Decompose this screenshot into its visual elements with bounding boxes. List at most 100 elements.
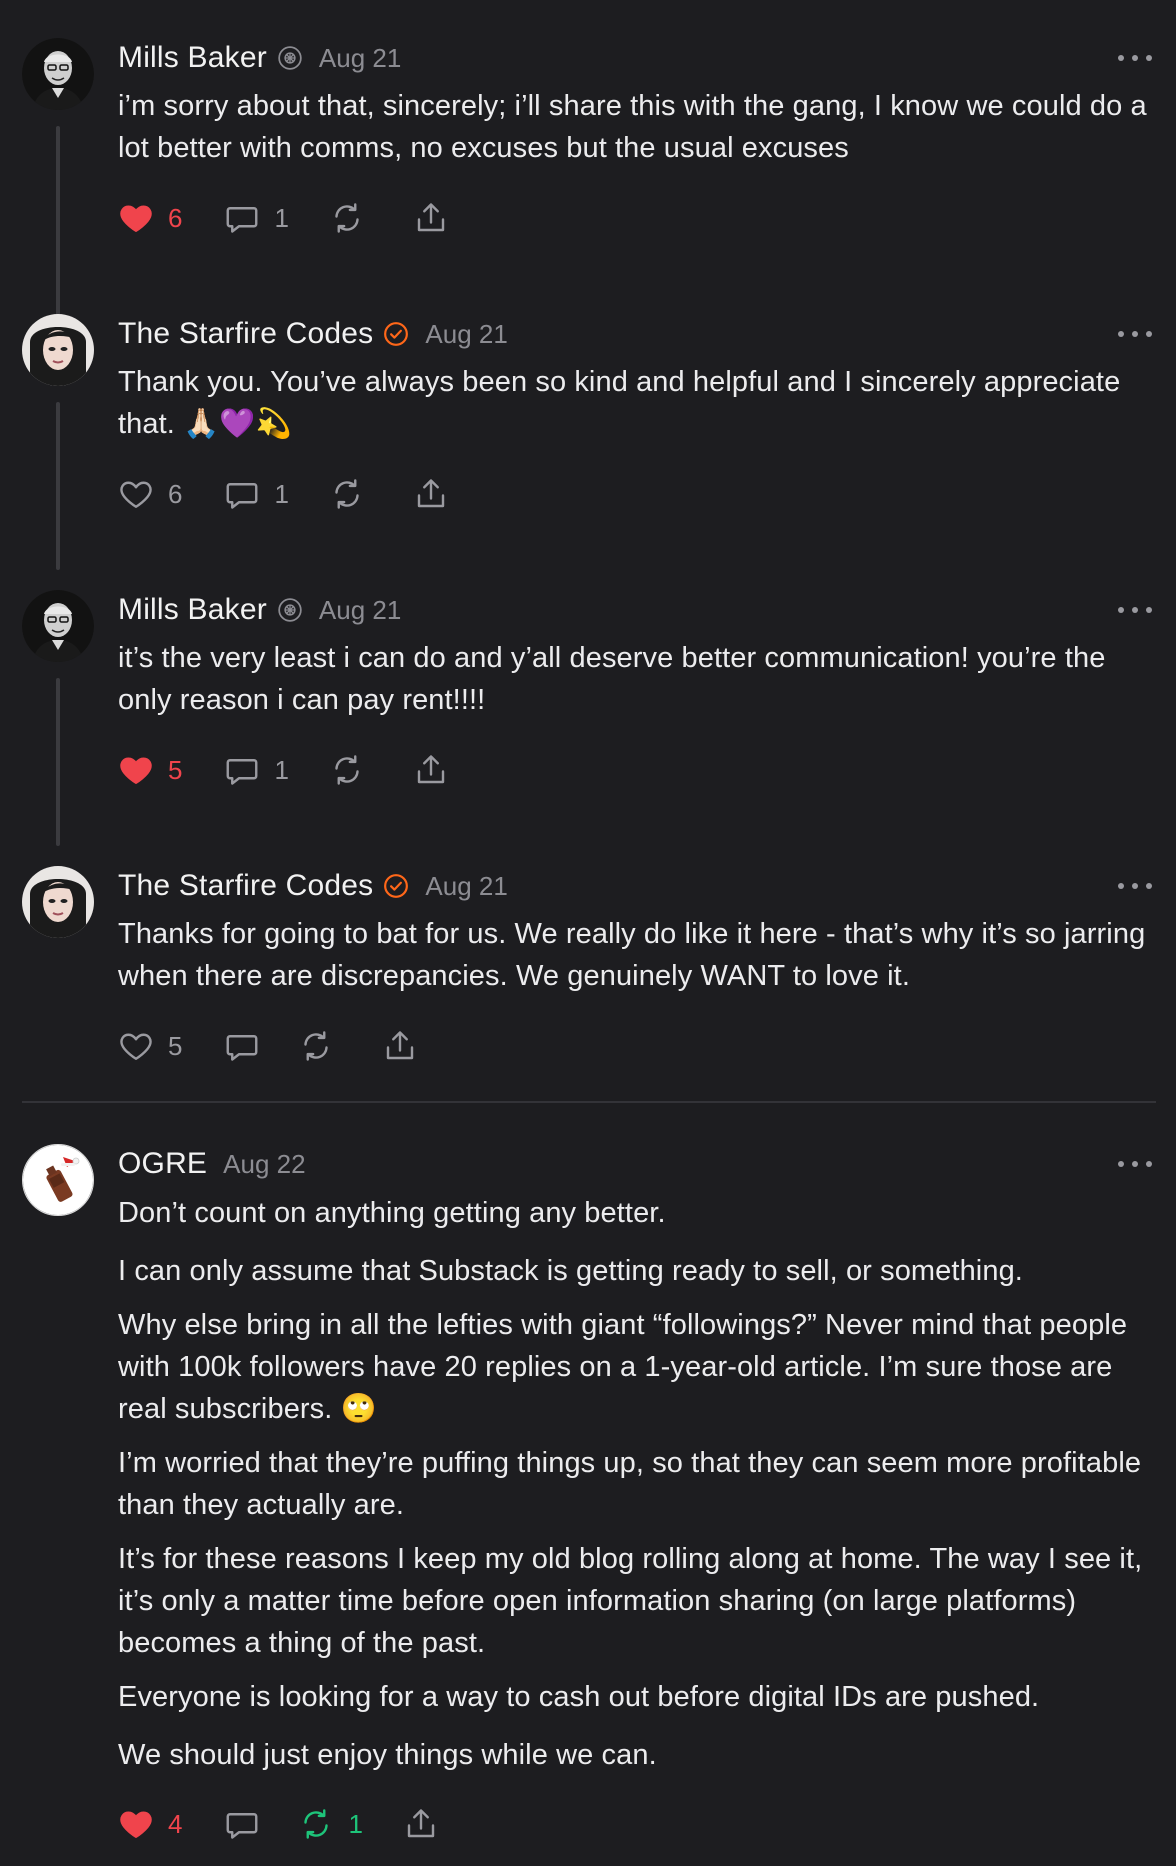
restack-icon — [298, 1028, 334, 1064]
comment-header: The Starfire Codes Aug 21 — [118, 314, 1176, 354]
comment-date[interactable]: Aug 22 — [223, 1149, 305, 1180]
more-icon[interactable] — [1118, 1154, 1152, 1174]
comment-thread: Mills Baker Aug 21 i’m sorry about that,… — [0, 0, 1176, 1866]
like-count: 6 — [168, 202, 183, 233]
comment: OGRE Aug 22 Don’t count on anything gett… — [0, 1144, 1176, 1844]
restack-icon — [329, 476, 365, 512]
reply-button[interactable]: 1 — [224, 472, 289, 516]
restack-count: 1 — [348, 1808, 363, 1839]
like-count: 5 — [168, 754, 183, 785]
heart-icon — [118, 476, 154, 512]
comment-actions: 6 1 — [118, 196, 449, 240]
comment-actions: 5 1 — [118, 748, 449, 792]
share-button[interactable] — [413, 196, 449, 240]
comment-icon — [224, 200, 260, 236]
comment-header: Mills Baker Aug 21 — [118, 590, 1176, 630]
thread-line — [56, 678, 60, 846]
share-button[interactable] — [413, 472, 449, 516]
thread-line — [56, 402, 60, 570]
comment-date[interactable]: Aug 21 — [319, 43, 401, 74]
heart-icon — [118, 752, 154, 788]
comment-paragraph: I can only assume that Substack is getti… — [118, 1255, 1023, 1287]
share-icon — [382, 1028, 418, 1064]
comment-header: Mills Baker Aug 21 — [118, 38, 1176, 78]
more-icon[interactable] — [1118, 600, 1152, 620]
comment-paragraph: it’s the very least i can do and y’all d… — [118, 642, 1106, 716]
heart-icon — [118, 200, 154, 236]
restack-icon — [298, 1806, 334, 1842]
comment-body: Thanks for going to bat for us. We reall… — [118, 913, 1152, 997]
comment-icon — [224, 752, 260, 788]
comment-icon — [224, 1806, 260, 1842]
restack-button[interactable] — [329, 472, 365, 516]
avatar[interactable] — [22, 314, 94, 386]
comment-body: Thank you. You’ve always been so kind an… — [118, 361, 1152, 445]
like-button[interactable]: 4 — [118, 1802, 182, 1846]
restack-button[interactable] — [329, 196, 365, 240]
restack-button[interactable] — [329, 748, 365, 792]
comment-icon — [224, 1028, 260, 1064]
author-name[interactable]: Mills Baker — [118, 593, 267, 627]
avatar[interactable] — [22, 38, 94, 110]
share-icon — [403, 1806, 439, 1842]
verified-badge-icon — [383, 873, 409, 899]
like-count: 6 — [168, 478, 183, 509]
comment: The Starfire Codes Aug 21 Thank you. You… — [0, 314, 1176, 570]
reply-button[interactable] — [224, 1024, 260, 1068]
comment-paragraph: Why else bring in all the lefties with g… — [118, 1309, 1128, 1425]
comment-paragraph: It’s for these reasons I keep my old blo… — [118, 1543, 1143, 1659]
thread-line — [56, 126, 60, 328]
reply-count: 1 — [274, 202, 289, 233]
reply-button[interactable] — [224, 1802, 260, 1846]
share-icon — [413, 752, 449, 788]
comment: The Starfire Codes Aug 21 Thanks for goi… — [0, 866, 1176, 1076]
like-count: 5 — [168, 1030, 183, 1061]
reply-count: 1 — [274, 478, 289, 509]
author-name[interactable]: Mills Baker — [118, 41, 267, 75]
avatar[interactable] — [22, 866, 94, 938]
like-button[interactable]: 6 — [118, 196, 182, 240]
verified-badge-icon — [383, 321, 409, 347]
comment-date[interactable]: Aug 21 — [425, 319, 507, 350]
reply-button[interactable]: 1 — [224, 196, 289, 240]
avatar[interactable] — [22, 1144, 94, 1216]
comment-date[interactable]: Aug 21 — [425, 871, 507, 902]
avatar[interactable] — [22, 590, 94, 662]
comment-paragraph: Don’t count on anything getting any bett… — [118, 1197, 666, 1229]
comment: Mills Baker Aug 21 i’m sorry about that,… — [0, 38, 1176, 328]
like-button[interactable]: 5 — [118, 1024, 182, 1068]
heart-icon — [118, 1028, 154, 1064]
comment-icon — [224, 476, 260, 512]
share-icon — [413, 200, 449, 236]
comment-body: it’s the very least i can do and y’all d… — [118, 637, 1152, 721]
comment-date[interactable]: Aug 21 — [319, 595, 401, 626]
thread-divider — [22, 1101, 1156, 1103]
comment-paragraph: I’m worried that they’re puffing things … — [118, 1447, 1142, 1521]
restack-icon — [329, 752, 365, 788]
comment-paragraph: Thank you. You’ve always been so kind an… — [118, 366, 1121, 440]
more-icon[interactable] — [1118, 48, 1152, 68]
reply-count: 1 — [274, 754, 289, 785]
more-icon[interactable] — [1118, 876, 1152, 896]
share-button[interactable] — [382, 1024, 418, 1068]
comment-paragraph: i’m sorry about that, sincerely; i’ll sh… — [118, 90, 1147, 164]
heart-icon — [118, 1806, 154, 1842]
restack-button[interactable] — [298, 1024, 334, 1068]
founder-badge-icon — [277, 45, 303, 71]
comment-paragraph: Everyone is looking for a way to cash ou… — [118, 1681, 1040, 1713]
author-name[interactable]: OGRE — [118, 1147, 207, 1181]
more-icon[interactable] — [1118, 324, 1152, 344]
author-name[interactable]: The Starfire Codes — [118, 317, 373, 351]
like-button[interactable]: 6 — [118, 472, 182, 516]
author-name[interactable]: The Starfire Codes — [118, 869, 373, 903]
like-button[interactable]: 5 — [118, 748, 182, 792]
share-button[interactable] — [413, 748, 449, 792]
comment-header: OGRE Aug 22 — [118, 1144, 1176, 1184]
reply-button[interactable]: 1 — [224, 748, 289, 792]
comment-actions: 4 1 — [118, 1802, 439, 1846]
comment-actions: 5 — [118, 1024, 418, 1068]
restack-button[interactable]: 1 — [298, 1802, 363, 1846]
comment-actions: 6 1 — [118, 472, 449, 516]
like-count: 4 — [168, 1808, 183, 1839]
share-button[interactable] — [403, 1802, 439, 1846]
